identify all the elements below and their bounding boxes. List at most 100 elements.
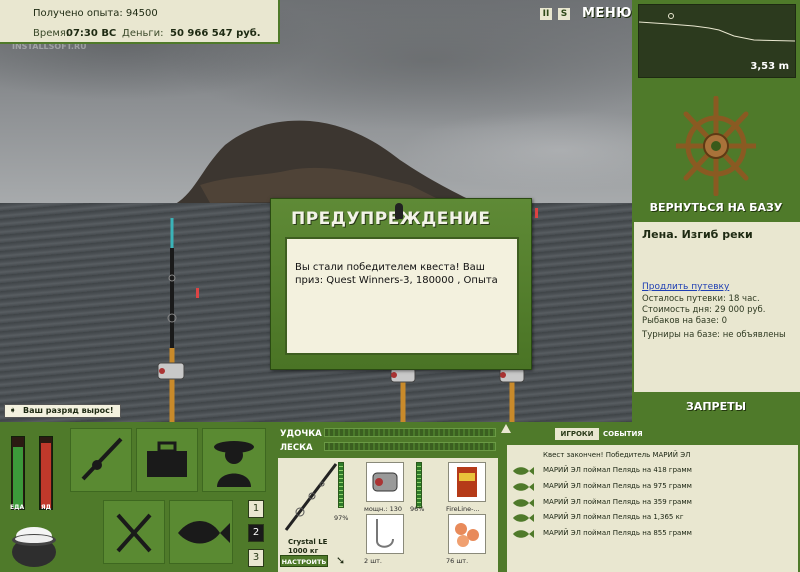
rod-tension-bar xyxy=(324,428,496,437)
hook-cell[interactable] xyxy=(366,514,404,554)
money-value: 50 966 547 руб. xyxy=(170,28,261,39)
shrimp-bait-icon xyxy=(455,523,479,547)
menu-button[interactable]: МЕНЮ xyxy=(582,6,632,21)
return-to-base-button[interactable]: ВЕРНУТЬСЯ НА БАЗУ xyxy=(634,201,798,214)
float-2 xyxy=(535,208,538,218)
time-label: Время: xyxy=(33,28,70,39)
slot-button-3[interactable]: 3 xyxy=(248,549,264,567)
island xyxy=(170,120,485,207)
fish-icon xyxy=(513,530,534,538)
arrow-right-icon: ➧ xyxy=(9,406,17,416)
rod-weight: 1000 кг xyxy=(288,547,319,555)
rod-condition: 97% xyxy=(334,514,349,522)
pot-icon[interactable] xyxy=(8,518,60,570)
hook-icon xyxy=(376,519,394,548)
poison-meter-fill xyxy=(41,443,51,508)
fishing-rod-2[interactable] xyxy=(385,362,425,422)
warning-dialog[interactable]: ПРЕДУПРЕЖДЕНИЕ Вы стали победителем квес… xyxy=(270,198,532,370)
right-panel: 3,53 m ВЕРНУТЬСЯ НА БАЗУ Лена. Изгиб рек… xyxy=(632,0,800,422)
rank-up-message: ➧ Ваш разряд вырос! xyxy=(4,404,121,418)
rod-condition-meter xyxy=(338,462,344,508)
trip-remaining: Осталось путевки: 18 час. xyxy=(642,294,760,304)
fishing-rod-1[interactable] xyxy=(150,218,190,422)
line-cell[interactable] xyxy=(448,462,486,502)
experience-value: 94500 xyxy=(125,8,158,19)
depth-value: 3,53 m xyxy=(750,61,789,72)
fishing-line-spool-icon xyxy=(457,467,477,497)
rod-reel-icon xyxy=(81,437,123,481)
rod-slot[interactable] xyxy=(70,428,132,492)
fish-icon xyxy=(178,521,230,544)
reel-power: мощн.: 130 xyxy=(364,505,402,513)
bait-count: 76 шт. xyxy=(446,557,469,565)
setup-button[interactable]: НАСТРОИТЬ xyxy=(280,555,328,567)
event-item: МАРИЙ ЭЛ поймал Пелядь на 855 грамм xyxy=(543,529,692,537)
reel-cell[interactable] xyxy=(366,462,404,502)
rod-tension-label: УДОЧКА xyxy=(280,429,322,439)
rod-icon[interactable] xyxy=(282,462,338,532)
time-value: 07:30 ВС xyxy=(66,28,117,39)
fish-icon xyxy=(513,467,534,475)
food-label: ЕДА xyxy=(10,504,25,511)
line-tension-bar xyxy=(324,442,496,451)
depth-profile: 3,53 m xyxy=(638,4,796,78)
tournaments-info: Турниры на базе: не объявлены xyxy=(642,330,786,340)
sound-button[interactable]: S xyxy=(558,8,570,20)
inventory-panel: ЕДА ЯД 1 2 3 xyxy=(0,422,272,572)
location-title: Лена. Изгиб реки xyxy=(642,228,753,241)
poison-label: ЯД xyxy=(41,504,51,511)
hook-count: 2 шт. xyxy=(364,557,383,565)
line-name: FireLine-... xyxy=(446,505,480,513)
food-meter xyxy=(11,436,25,510)
event-item: МАРИЙ ЭЛ поймал Пелядь на 1,365 кг xyxy=(543,513,684,521)
tackle-box-slot[interactable] xyxy=(136,428,198,492)
location-info: Лена. Изгиб реки Продлить путевку Остало… xyxy=(634,222,800,392)
food-slot[interactable] xyxy=(103,500,165,564)
day-cost: Стоимость дня: 29 000 руб. xyxy=(642,305,766,315)
event-item: МАРИЙ ЭЛ поймал Пелядь на 418 грамм xyxy=(543,466,692,474)
tab-events[interactable]: СОБЫТИЯ xyxy=(603,428,643,440)
dialog-title: ПРЕДУПРЕЖДЕНИЕ xyxy=(291,209,491,229)
fishers-count: Рыбаков на базе: 0 xyxy=(642,316,727,326)
rod-name: Crystal LE xyxy=(288,538,328,546)
fish-slot[interactable] xyxy=(169,500,233,564)
event-item: МАРИЙ ЭЛ поймал Пелядь на 359 грамм xyxy=(543,498,692,506)
money-label: Деньги: xyxy=(122,28,164,39)
collapse-arrow-icon[interactable] xyxy=(501,424,511,433)
tab-players[interactable]: ИГРОКИ xyxy=(555,428,599,440)
event-item: Квест закончен! Победитель МАРИЙ ЭЛ xyxy=(543,451,691,459)
float-1 xyxy=(196,288,199,298)
tackle-box-icon xyxy=(147,441,187,477)
bans-button[interactable]: ЗАПРЕТЫ xyxy=(634,396,798,418)
slot-button-1[interactable]: 1 xyxy=(248,500,264,518)
experience-label: Получено опыта: xyxy=(33,8,123,19)
reel-condition-meter xyxy=(416,462,422,508)
slot-button-2[interactable]: 2 xyxy=(248,524,264,542)
reel-condition: 96% xyxy=(410,505,425,513)
player-info-panel: Получено опыта: 94500 Время: 07:30 ВС Де… xyxy=(0,0,280,44)
event-item: МАРИЙ ЭЛ поймал Пелядь на 975 грамм xyxy=(543,482,692,490)
events-list[interactable]: Квест закончен! Победитель МАРИЙ ЭЛ МАРИ… xyxy=(507,445,798,572)
rank-up-text: Ваш разряд вырос! xyxy=(23,406,114,415)
pause-button[interactable]: II xyxy=(540,8,552,20)
ship-wheel-icon[interactable] xyxy=(676,96,756,196)
fish-icon xyxy=(513,483,534,491)
bait-cell[interactable] xyxy=(448,514,486,554)
line-tension-label: ЛЕСКА xyxy=(280,443,313,453)
events-panel: ИГРОКИ СОБЫТИЯ Квест закончен! Победител… xyxy=(501,422,800,572)
fork-knife-icon xyxy=(116,513,152,553)
dialog-message: Вы стали победителем квеста! Ваш приз: Q… xyxy=(285,237,519,355)
fishing-rod-3[interactable] xyxy=(494,362,534,422)
fish-icon xyxy=(513,499,534,507)
extend-trip-link[interactable]: Продлить путевку xyxy=(642,282,729,292)
tackle-panel: УДОЧКА ЛЕСКА 97% Crystal LE 1000 кг мощн… xyxy=(276,422,502,572)
fish-icon xyxy=(513,514,534,522)
food-meter-fill xyxy=(13,446,23,508)
fisherman-slot[interactable] xyxy=(202,428,266,492)
reel-icon xyxy=(372,472,398,492)
poison-meter xyxy=(39,436,53,510)
fisherman-icon xyxy=(214,441,254,487)
experience-line: Получено опыта: 94500 xyxy=(33,8,158,19)
drag-arrow-icon[interactable]: ➘ xyxy=(336,554,345,567)
pin-icon xyxy=(395,203,403,219)
